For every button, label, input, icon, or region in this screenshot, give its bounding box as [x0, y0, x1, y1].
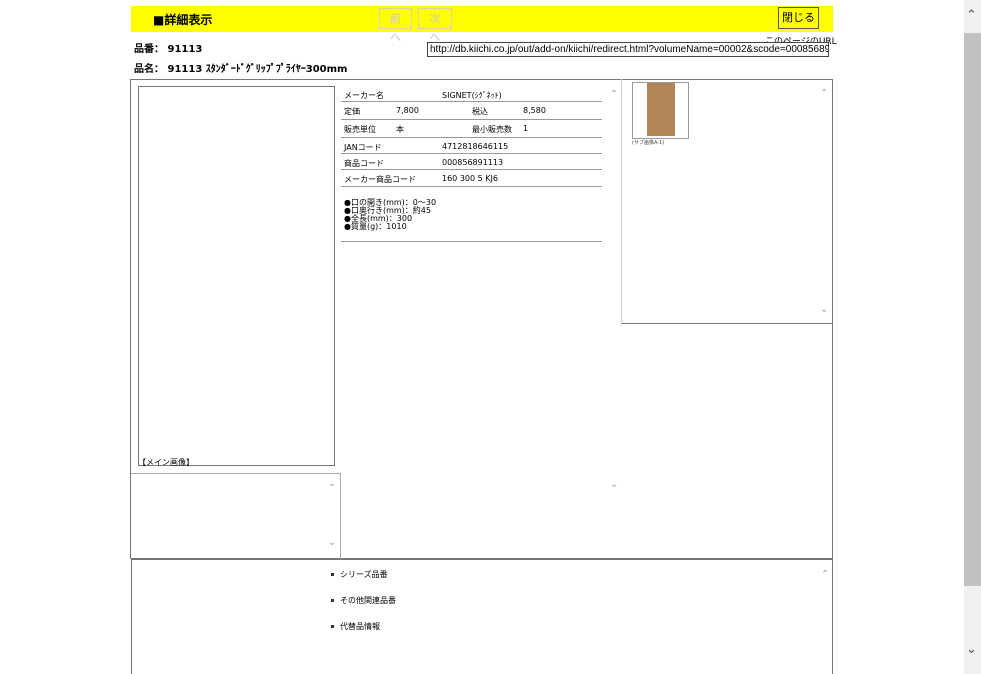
unit-value: 本 [396, 125, 404, 134]
window-scrollbar-thumb[interactable] [964, 33, 981, 586]
scroll-down-icon[interactable]: ⌄ [820, 305, 828, 315]
scroll-up-icon[interactable]: ⌃ [821, 570, 829, 580]
detail-row-code: 商品コード 000856891113 [341, 154, 602, 170]
maker-code-value: 160 300 5 KJ6 [442, 174, 498, 183]
spec-list: ●口の開き(mm)：0～30 ●口奥行き(mm)：約45 ●全長(mm)：300… [341, 194, 602, 242]
detail-row-maker-code: メーカー商品コード 160 300 5 KJ6 [341, 170, 602, 187]
alternative-label: 代替品情報 [340, 622, 380, 631]
prev-button[interactable]: 前へ [379, 8, 412, 44]
detail-row-price: 定価 7,800 税込 8,580 [341, 102, 602, 120]
taxin-label: 税込 [472, 107, 488, 116]
header-bar: ■詳細表示 前へ 次へ 閉じる [131, 6, 833, 44]
related-products-panel: ⌃ [131, 559, 833, 674]
series-label: シリーズ品番 [340, 570, 388, 579]
jan-value: 4712818646115 [442, 142, 509, 151]
maker-value: SIGNET(ｼｸﾞﾈｯﾄ) [442, 91, 502, 100]
minqty-label: 最小販売数 [472, 125, 512, 134]
price-label: 定価 [344, 107, 360, 116]
page-title: ■詳細表示 [153, 13, 213, 27]
page-url-field[interactable]: http://db.kiichi.co.jp/out/add-on/kiichi… [427, 42, 829, 57]
product-number: 品番： 91113 [134, 44, 203, 55]
main-image-label: 【メイン画像】 [138, 458, 194, 467]
series-link[interactable]: シリーズ品番 [331, 569, 388, 580]
product-name: 品名： 91113 ｽﾀﾝﾀﾞｰﾄﾞｸﾞﾘｯﾌﾟﾌﾟﾗｲﾔｰ300mm [134, 64, 348, 75]
scroll-down-icon[interactable]: ⌄ [610, 480, 618, 490]
close-button[interactable]: 閉じる [778, 7, 819, 29]
bullet-icon [331, 625, 334, 628]
minqty-value: 1 [523, 124, 529, 133]
taxin-value: 8,580 [523, 106, 546, 115]
price-value: 7,800 [396, 106, 419, 115]
bullet-icon [331, 573, 334, 576]
unit-label: 販売単位 [344, 125, 376, 134]
main-image [138, 86, 335, 466]
product-thumbnail-image [647, 83, 675, 136]
scroll-up-icon[interactable]: ⌃ [966, 8, 977, 23]
sub-image-label: (サブ画像A-1) [632, 140, 665, 146]
scroll-up-icon[interactable]: ⌃ [328, 484, 336, 494]
detail-row-unit: 販売単位 本 最小販売数 1 [341, 120, 602, 138]
code-value: 000856891113 [442, 158, 504, 167]
other-related-link[interactable]: その他関連品番 [331, 595, 396, 606]
scroll-down-icon[interactable]: ⌄ [328, 538, 336, 548]
next-button[interactable]: 次へ [418, 8, 452, 44]
detail-row-maker: メーカー名 SIGNET(ｼｸﾞﾈｯﾄ) [341, 86, 602, 102]
bullet-icon [331, 599, 334, 602]
code-label: 商品コード [344, 159, 384, 168]
jan-label: JANコード [344, 143, 382, 152]
maker-code-label: メーカー商品コード [344, 175, 416, 184]
detail-row-jan: JANコード 4712818646115 [341, 138, 602, 154]
scroll-down-icon[interactable]: ⌄ [966, 642, 977, 657]
alternative-link[interactable]: 代替品情報 [331, 621, 380, 632]
spec-item: ●質量(g)：1010 [344, 222, 407, 231]
other-related-label: その他関連品番 [340, 596, 396, 605]
sub-image-list[interactable]: ⌃ ⌄ [131, 473, 341, 559]
scroll-up-icon[interactable]: ⌃ [820, 89, 828, 99]
scroll-up-icon[interactable]: ⌃ [610, 90, 618, 100]
maker-label: メーカー名 [344, 91, 384, 100]
